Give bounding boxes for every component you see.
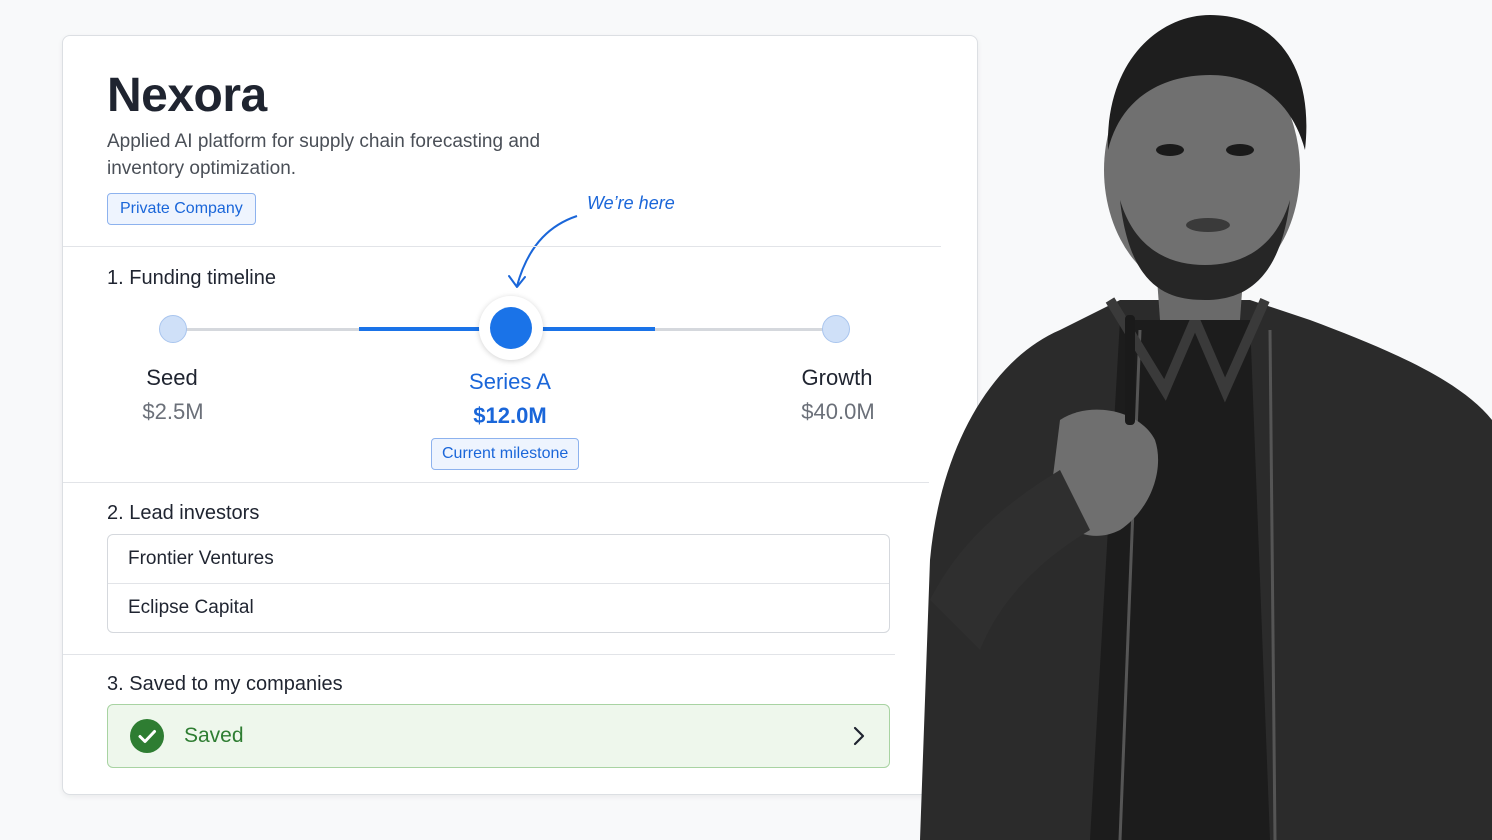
company-description: Applied AI platform for supply chain for…: [107, 131, 541, 179]
timeline-track-right: [655, 328, 825, 331]
timeline-track-active-right: [533, 327, 655, 331]
timeline-node-series-a[interactable]: [490, 307, 532, 349]
were-here-annotation: We’re here: [587, 193, 675, 213]
saved-companies-title: 3. Saved to my companies: [107, 673, 343, 695]
current-milestone-badge: Current milestone: [431, 438, 580, 470]
investor-list: Frontier Ventures Eclipse Capital: [107, 534, 890, 633]
funding-timeline-title: 1. Funding timeline: [107, 267, 276, 289]
private-company-badge: Private Company: [107, 193, 256, 225]
saved-status-button[interactable]: Saved: [107, 704, 890, 768]
timeline-node-seed[interactable]: [159, 315, 187, 343]
section-divider: [63, 654, 895, 655]
chevron-right-icon: [853, 726, 865, 746]
stage-amount-series-a: $12.0M: [473, 403, 547, 428]
annotation-arrow-icon: [508, 215, 578, 288]
section-divider: [63, 246, 941, 247]
lead-investors-title: 2. Lead investors: [107, 502, 260, 524]
section-divider: [63, 482, 929, 483]
investor-row[interactable]: Frontier Ventures: [108, 535, 889, 583]
stage-label-growth: Growth: [801, 365, 873, 390]
check-circle-icon: [130, 719, 164, 753]
timeline-node-growth[interactable]: [822, 315, 850, 343]
timeline-track-left: [173, 328, 359, 331]
presenter-photo: [920, 15, 1492, 840]
stage-label-seed: Seed: [146, 365, 198, 390]
presentation-slide: Nexora Applied AI platform for supply ch…: [0, 0, 1492, 840]
timeline-track-active-left: [359, 327, 489, 331]
stage-amount-seed: $2.5M: [142, 399, 204, 424]
investor-row[interactable]: Eclipse Capital: [108, 583, 889, 632]
company-name: Nexora: [107, 69, 267, 122]
company-card: Nexora Applied AI platform for supply ch…: [62, 35, 978, 795]
saved-status-label: Saved: [184, 724, 244, 747]
stage-label-series-a: Series A: [469, 369, 551, 394]
stage-amount-growth: $40.0M: [801, 399, 875, 424]
